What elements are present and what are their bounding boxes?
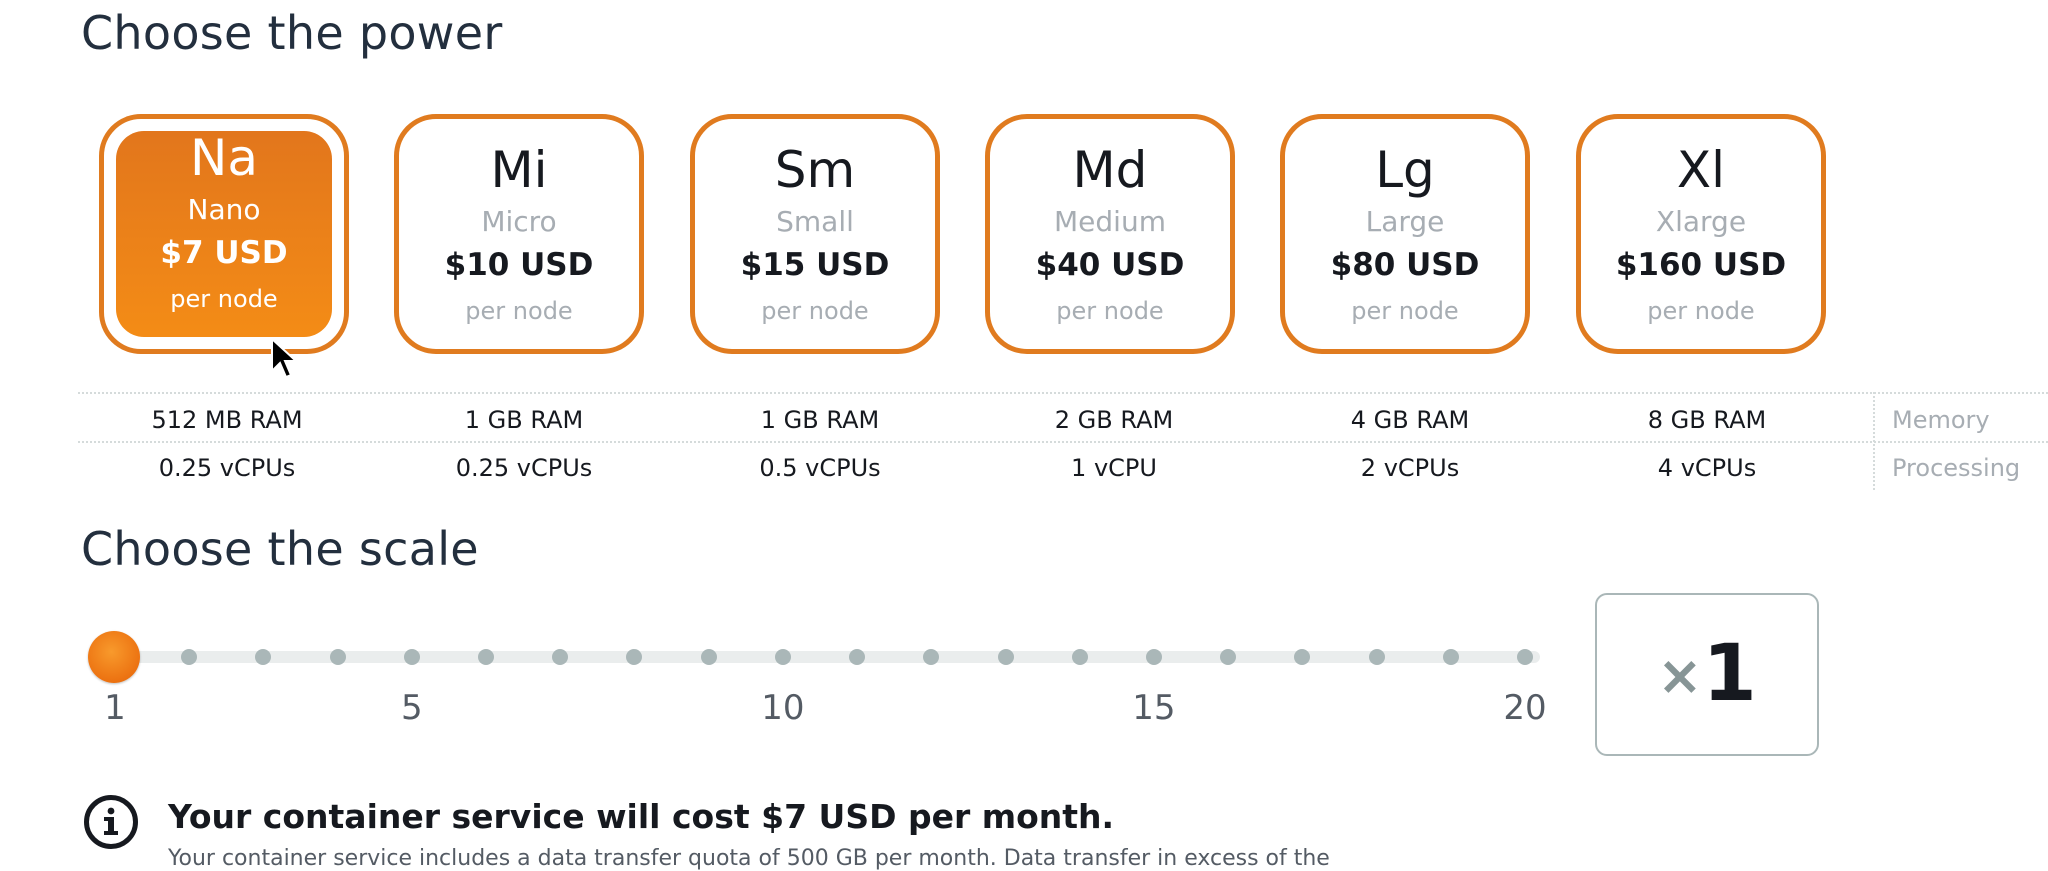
memory-value: 8 GB RAM bbox=[1647, 406, 1767, 434]
cost-details: Your container service includes a data t… bbox=[168, 846, 1330, 871]
power-name: Micro bbox=[481, 205, 557, 238]
processing-value: 0.25 vCPUs bbox=[158, 454, 296, 482]
memory-value: 4 GB RAM bbox=[1350, 406, 1470, 434]
scale-step-dot[interactable] bbox=[997, 649, 1014, 665]
multiply-icon: × bbox=[1657, 644, 1703, 707]
processing-value: 0.5 vCPUs bbox=[759, 454, 881, 482]
processing-value: 2 vCPUs bbox=[1360, 454, 1460, 482]
scale-step-dot[interactable] bbox=[478, 649, 495, 665]
power-option-large[interactable]: Lg Large $80 USD per node bbox=[1280, 114, 1530, 354]
spec-divider bbox=[78, 392, 2048, 394]
processing-value: 0.25 vCPUs bbox=[455, 454, 593, 482]
spec-divider bbox=[78, 441, 2048, 443]
price-unit: per node bbox=[465, 297, 573, 325]
scale-tick-label: 10 bbox=[761, 688, 805, 728]
power-abbreviation: Na bbox=[189, 129, 259, 187]
price-unit: per node bbox=[170, 285, 278, 313]
power-heading: Choose the power bbox=[81, 6, 503, 60]
price-unit: per node bbox=[1647, 297, 1755, 325]
scale-step-dot[interactable] bbox=[1442, 649, 1459, 665]
power-option-nano[interactable]: Na Nano $7 USD per node bbox=[99, 114, 349, 354]
price-unit: per node bbox=[1056, 297, 1164, 325]
power-name: Nano bbox=[187, 193, 261, 226]
power-price: $160 USD bbox=[1615, 247, 1787, 283]
price-unit: per node bbox=[1351, 297, 1459, 325]
spec-divider-vertical bbox=[1873, 392, 1875, 490]
power-option-medium[interactable]: Md Medium $40 USD per node bbox=[985, 114, 1235, 354]
power-price: $15 USD bbox=[740, 247, 890, 283]
power-abbreviation: Mi bbox=[490, 141, 548, 199]
scale-step-dot[interactable] bbox=[1368, 649, 1385, 665]
memory-value: 2 GB RAM bbox=[1054, 406, 1174, 434]
scale-step-dot[interactable] bbox=[849, 649, 866, 665]
processing-value: 1 vCPU bbox=[1071, 454, 1157, 482]
power-option-xlarge[interactable]: Xl Xlarge $160 USD per node bbox=[1576, 114, 1826, 354]
scale-heading: Choose the scale bbox=[81, 522, 479, 576]
scale-step-dot[interactable] bbox=[1071, 649, 1088, 665]
power-price: $7 USD bbox=[160, 235, 288, 271]
scale-step-dot[interactable] bbox=[403, 649, 420, 665]
scale-slider-track[interactable] bbox=[115, 651, 1540, 663]
scale-tick-label: 15 bbox=[1132, 688, 1176, 728]
memory-value: 512 MB RAM bbox=[151, 406, 303, 434]
processing-row-label: Processing bbox=[1892, 454, 2021, 482]
processing-value: 4 vCPUs bbox=[1657, 454, 1757, 482]
power-option-small[interactable]: Sm Small $15 USD per node bbox=[690, 114, 940, 354]
scale-value-display: ×1 bbox=[1595, 593, 1819, 756]
scale-step-dot[interactable] bbox=[1145, 649, 1162, 665]
memory-row-label: Memory bbox=[1892, 406, 1990, 434]
scale-tick-label: 20 bbox=[1503, 688, 1547, 728]
power-name: Small bbox=[776, 205, 854, 238]
cost-summary: Your container service will cost $7 USD … bbox=[168, 797, 1115, 836]
mouse-cursor-icon bbox=[271, 337, 299, 379]
scale-step-dot[interactable] bbox=[700, 649, 717, 665]
power-name: Medium bbox=[1054, 205, 1166, 238]
scale-tick-label: 5 bbox=[401, 688, 423, 728]
power-price: $80 USD bbox=[1330, 247, 1480, 283]
power-abbreviation: Md bbox=[1072, 141, 1148, 199]
info-icon bbox=[84, 795, 138, 849]
power-abbreviation: Sm bbox=[774, 141, 856, 199]
power-abbreviation: Xl bbox=[1676, 141, 1726, 199]
memory-value: 1 GB RAM bbox=[760, 406, 880, 434]
power-abbreviation: Lg bbox=[1375, 141, 1435, 199]
memory-value: 1 GB RAM bbox=[464, 406, 584, 434]
scale-step-dot[interactable] bbox=[774, 649, 791, 665]
power-name: Large bbox=[1365, 205, 1445, 238]
scale-value: 1 bbox=[1702, 629, 1757, 719]
power-name: Xlarge bbox=[1655, 205, 1747, 238]
power-option-micro[interactable]: Mi Micro $10 USD per node bbox=[394, 114, 644, 354]
scale-step-dot[interactable] bbox=[329, 649, 346, 665]
power-price: $40 USD bbox=[1035, 247, 1185, 283]
scale-slider-thumb[interactable] bbox=[88, 631, 140, 683]
scale-step-dot[interactable] bbox=[1517, 649, 1533, 665]
price-unit: per node bbox=[761, 297, 869, 325]
scale-tick-label: 1 bbox=[104, 688, 126, 728]
power-price: $10 USD bbox=[444, 247, 594, 283]
